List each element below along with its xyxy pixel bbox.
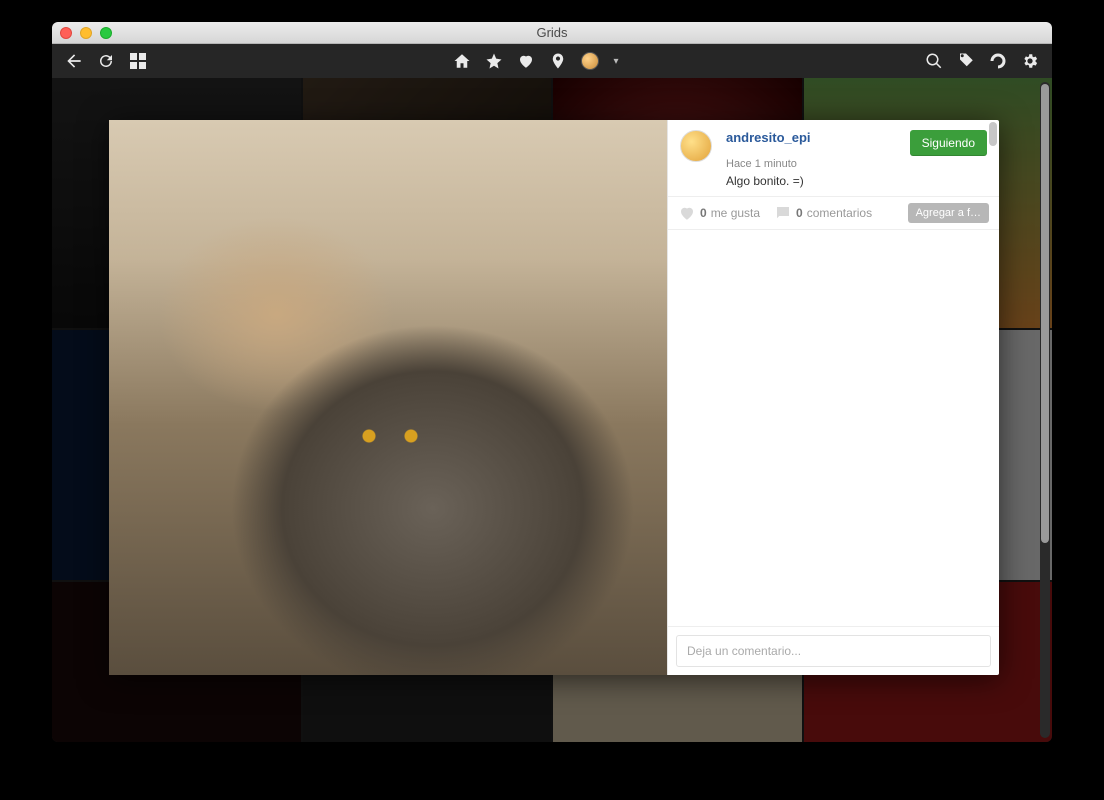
post-photo[interactable] (109, 120, 667, 675)
gear-icon (1021, 52, 1039, 70)
comment-input[interactable] (676, 635, 991, 667)
titlebar: Grids (52, 22, 1052, 44)
photo-detail-modal: andresito_epi Siguiendo Hace 1 minuto Al… (109, 120, 999, 675)
home-button[interactable] (450, 49, 474, 73)
caret-down-icon: ▾ (613, 56, 618, 67)
comments-count: 0 (796, 206, 803, 220)
back-icon (64, 51, 84, 71)
reload-button[interactable] (94, 49, 118, 73)
likes-label: me gusta (711, 206, 760, 220)
profile-dropdown-button[interactable]: ▾ (610, 49, 622, 73)
window-title: Grids (536, 25, 567, 40)
scrollbar-thumb[interactable] (1041, 84, 1049, 543)
search-button[interactable] (922, 49, 946, 73)
author-username-link[interactable]: andresito_epi (726, 130, 900, 156)
tag-icon (957, 52, 975, 70)
settings-button[interactable] (1018, 49, 1042, 73)
likes-stat[interactable]: 0 me gusta (678, 204, 760, 222)
likes-count: 0 (700, 206, 707, 220)
grid-icon (130, 53, 146, 69)
heart-icon (678, 204, 696, 222)
app-window: Grids (52, 22, 1052, 742)
activity-icon (989, 52, 1007, 70)
star-icon (485, 52, 503, 70)
add-to-favorites-button[interactable]: Agregar a f… (908, 203, 989, 223)
heart-icon (517, 52, 535, 70)
close-window-button[interactable] (60, 27, 72, 39)
comment-input-wrap (668, 626, 999, 675)
post-stats-bar: 0 me gusta 0 comentarios Agregar a f… (668, 196, 999, 230)
profile-button[interactable] (578, 49, 602, 73)
location-icon (549, 52, 567, 70)
search-icon (925, 52, 943, 70)
post-caption: Algo bonito. =) (726, 174, 900, 188)
profile-avatar-icon (581, 52, 599, 70)
post-timestamp: Hace 1 minuto (726, 158, 900, 170)
app-toolbar: ▾ (52, 44, 1052, 78)
reload-icon (97, 52, 115, 70)
comments-label: comentarios (807, 206, 872, 220)
minimize-window-button[interactable] (80, 27, 92, 39)
follow-button[interactable]: Siguiendo (910, 130, 987, 156)
comment-icon (774, 204, 792, 222)
popular-button[interactable] (482, 49, 506, 73)
post-header: andresito_epi Siguiendo Hace 1 minuto Al… (668, 120, 999, 196)
modal-scrollbar-thumb[interactable] (989, 122, 997, 146)
likes-button[interactable] (514, 49, 538, 73)
grid-view-button[interactable] (126, 49, 150, 73)
post-side-panel: andresito_epi Siguiendo Hace 1 minuto Al… (667, 120, 999, 675)
tags-button[interactable] (954, 49, 978, 73)
author-avatar[interactable] (680, 130, 712, 162)
places-button[interactable] (546, 49, 570, 73)
comments-stat[interactable]: 0 comentarios (774, 204, 872, 222)
content-scrollbar[interactable] (1040, 82, 1050, 738)
back-button[interactable] (62, 49, 86, 73)
home-icon (453, 52, 471, 70)
comments-list (668, 230, 999, 626)
activity-button[interactable] (986, 49, 1010, 73)
traffic-lights (60, 27, 112, 39)
zoom-window-button[interactable] (100, 27, 112, 39)
content-area: andresito_epi Siguiendo Hace 1 minuto Al… (52, 78, 1052, 742)
